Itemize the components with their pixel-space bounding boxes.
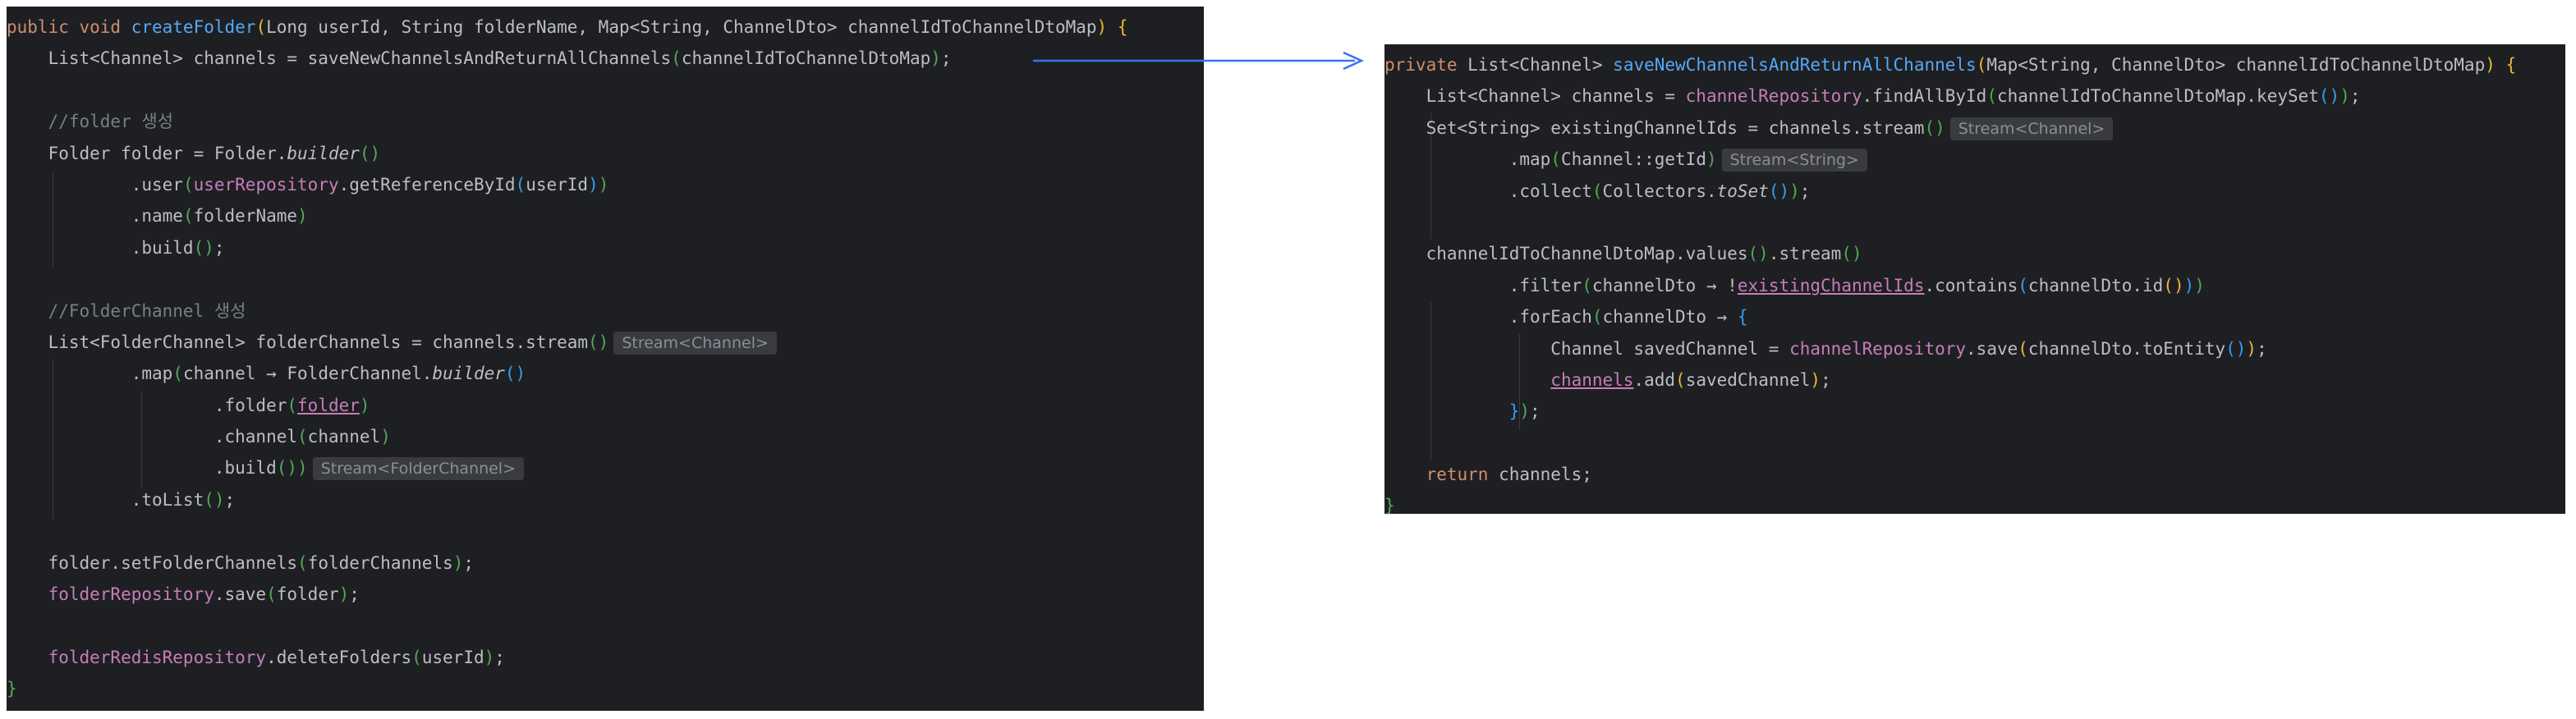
call-arrow <box>1033 51 1365 71</box>
